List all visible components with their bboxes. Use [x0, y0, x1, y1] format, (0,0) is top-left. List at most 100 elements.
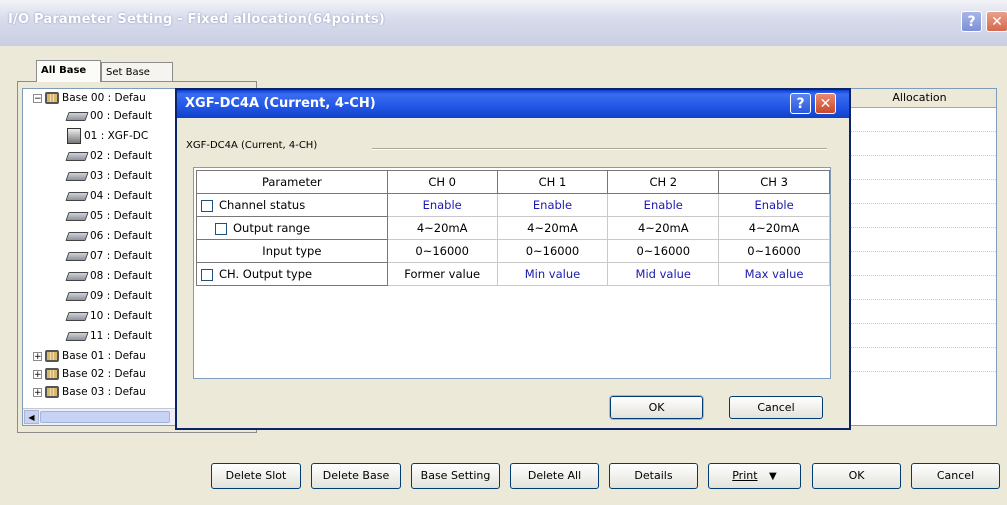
print-button[interactable]: Print ▼	[708, 463, 801, 489]
parameter-value-cell[interactable]: 0~16000	[718, 239, 830, 263]
parameter-value-cell[interactable]: 0~16000	[496, 239, 609, 263]
parameter-value-cell[interactable]: 0~16000	[386, 239, 498, 263]
parameter-label: CH. Output type	[219, 267, 313, 281]
tree-item-slot[interactable]: 03 : Default	[65, 167, 152, 185]
base-setting-button[interactable]: Base Setting	[411, 463, 500, 489]
dialog-module-label: XGF-DC4A (Current, 4-CH)	[186, 140, 318, 151]
table-header-row: Parameter CH 0 CH 1 CH 2 CH 3	[196, 170, 830, 194]
expand-icon[interactable]: +	[33, 388, 42, 398]
column-header: Parameter	[196, 170, 388, 194]
parameter-value-cell[interactable]: Mid value	[607, 262, 720, 286]
window-title: I/O Parameter Setting - Fixed allocation…	[8, 12, 385, 27]
expand-icon[interactable]: +	[33, 370, 42, 380]
scroll-left-arrow-icon[interactable]: ◀	[24, 410, 39, 424]
slot-icon	[65, 251, 89, 261]
parameter-value-cell[interactable]: Enable	[607, 193, 720, 217]
column-header: CH 2	[607, 170, 720, 194]
tree-item-slot[interactable]: 04 : Default	[65, 187, 152, 205]
parameter-name-cell: CH. Output type	[196, 262, 388, 286]
collapse-icon[interactable]: −	[33, 94, 42, 104]
tree-item-slot[interactable]: 11 : Default	[65, 327, 152, 345]
delete-all-button[interactable]: Delete All	[510, 463, 599, 489]
parameter-name-cell: Channel status	[196, 193, 388, 217]
dialog-help-button[interactable]: ?	[790, 93, 811, 114]
slot-icon	[65, 311, 89, 321]
parameter-value-cell[interactable]: Enable	[496, 193, 609, 217]
parameter-label: Channel status	[219, 198, 306, 212]
slot-icon	[65, 171, 89, 181]
allocation-grid: Allocation	[842, 88, 997, 426]
dialog-cancel-button[interactable]: Cancel	[729, 396, 823, 419]
slot-icon	[65, 331, 89, 341]
tree-item-slot[interactable]: 01 : XGF-DC	[67, 127, 148, 145]
tree-item-base-03[interactable]: Base 03 : Defau	[45, 383, 146, 401]
base-rack-icon	[45, 368, 59, 380]
tab-all-base[interactable]: All Base	[36, 60, 101, 82]
parameter-name-cell: Output range	[196, 216, 388, 240]
parameter-value-cell[interactable]: 0~16000	[607, 239, 720, 263]
tree-item-slot[interactable]: 05 : Default	[65, 207, 152, 225]
column-header: CH 1	[496, 170, 609, 194]
tree-item-slot[interactable]: 06 : Default	[65, 227, 152, 245]
table-row: Output range 4~20mA 4~20mA 4~20mA 4~20mA	[196, 216, 830, 240]
parameter-value-cell[interactable]: Max value	[718, 262, 830, 286]
parameter-label: Input type	[262, 244, 322, 258]
parameter-value-cell[interactable]: 4~20mA	[496, 216, 609, 240]
details-button[interactable]: Details	[609, 463, 698, 489]
tab-set-base[interactable]: Set Base	[101, 62, 173, 82]
parameter-checkbox[interactable]	[201, 268, 213, 281]
slot-icon	[65, 211, 89, 221]
slot-icon	[65, 291, 89, 301]
dialog-close-button[interactable]: ✕	[815, 93, 836, 114]
parameter-value-cell[interactable]: Min value	[496, 262, 609, 286]
scroll-thumb[interactable]	[40, 411, 170, 423]
tree-item-base-02[interactable]: Base 02 : Defau	[45, 365, 146, 383]
parameter-value-cell[interactable]: 4~20mA	[386, 216, 498, 240]
slot-icon	[65, 271, 89, 281]
column-header: CH 0	[386, 170, 498, 194]
tree-item-slot[interactable]: 02 : Default	[65, 147, 152, 165]
window-titlebar[interactable]: I/O Parameter Setting - Fixed allocation…	[0, 0, 1007, 46]
slot-icon	[65, 111, 89, 121]
tree-item-slot[interactable]: 08 : Default	[65, 267, 152, 285]
dialog-titlebar[interactable]: XGF-DC4A (Current, 4-CH) ? ✕	[177, 90, 849, 118]
slot-icon	[65, 151, 89, 161]
tree-item-slot[interactable]: 00 : Default	[65, 107, 152, 125]
tree-item-slot[interactable]: 09 : Default	[65, 287, 152, 305]
tree-item-base-00[interactable]: Base 00 : Defau	[45, 89, 146, 107]
base-rack-icon	[45, 386, 59, 398]
tree-item-slot[interactable]: 10 : Default	[65, 307, 152, 325]
table-row: Channel status Enable Enable Enable Enable	[196, 193, 830, 217]
window-close-button[interactable]: ✕	[986, 11, 1007, 32]
parameter-value-cell[interactable]: 4~20mA	[607, 216, 720, 240]
expand-icon[interactable]: +	[33, 352, 42, 362]
module-icon	[67, 128, 81, 144]
ok-button[interactable]: OK	[812, 463, 901, 489]
cancel-button[interactable]: Cancel	[911, 463, 1000, 489]
parameter-value-cell[interactable]: Enable	[718, 193, 830, 217]
parameter-checkbox[interactable]	[215, 222, 227, 235]
parameter-name-cell: Input type	[196, 239, 388, 263]
dialog-ok-button[interactable]: OK	[609, 395, 704, 420]
slot-icon	[65, 191, 89, 201]
base-rack-icon	[45, 350, 59, 362]
tree-item-base-01[interactable]: Base 01 : Defau	[45, 347, 146, 365]
print-label: Print	[732, 469, 758, 482]
parameter-label: Output range	[233, 221, 311, 235]
parameter-value-cell[interactable]: 4~20mA	[718, 216, 830, 240]
tree-item-slot[interactable]: 07 : Default	[65, 247, 152, 265]
module-parameter-dialog: XGF-DC4A (Current, 4-CH) ? ✕ XGF-DC4A (C…	[175, 88, 851, 430]
parameter-value-cell[interactable]: Former value	[386, 262, 498, 286]
parameter-value-cell[interactable]: Enable	[386, 193, 498, 217]
table-row: Input type 0~16000 0~16000 0~16000 0~16000	[196, 239, 830, 263]
parameter-grid: Parameter CH 0 CH 1 CH 2 CH 3 Channel st…	[193, 167, 831, 379]
base-rack-icon	[45, 92, 59, 104]
column-header: CH 3	[718, 170, 830, 194]
allocation-column-header[interactable]: Allocation	[843, 89, 996, 108]
delete-base-button[interactable]: Delete Base	[311, 463, 401, 489]
dropdown-arrow-icon: ▼	[769, 471, 777, 482]
delete-slot-button[interactable]: Delete Slot	[211, 463, 301, 489]
table-row: CH. Output type Former value Min value Mid …	[196, 262, 830, 286]
window-help-button[interactable]: ?	[961, 11, 982, 32]
parameter-checkbox[interactable]	[201, 199, 213, 212]
